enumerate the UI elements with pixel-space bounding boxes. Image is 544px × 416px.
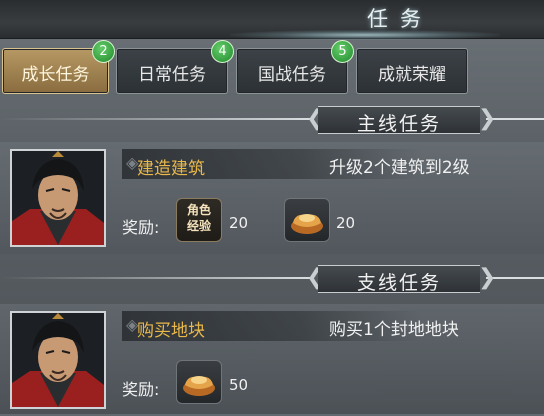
task-card-side[interactable]: ◈ 购买地块 购买1个封地地块 奖励: 50: [0, 304, 544, 416]
reward-label: 奖励:: [122, 380, 160, 399]
reward-label: 奖励:: [122, 218, 160, 237]
notification-badge: 4: [211, 40, 234, 63]
reward-count: 50: [229, 376, 249, 394]
experience-icon[interactable]: 角色 经验: [176, 198, 222, 242]
task-description: 购买1个封地地块: [329, 320, 459, 340]
tab-daily-tasks[interactable]: 日常任务 4: [116, 40, 234, 94]
hero-portrait-icon: [10, 149, 106, 247]
gold-ingot-icon[interactable]: [284, 198, 330, 242]
task-name: 建造建筑: [137, 159, 205, 179]
divider-line: [0, 277, 310, 279]
reward-count: 20: [229, 214, 249, 232]
section-plate: 主线任务: [318, 106, 480, 135]
tab-label: 国战任务: [258, 65, 326, 85]
gold-ingot-icon[interactable]: [176, 360, 222, 404]
tab-label: 日常任务: [138, 65, 206, 85]
tab-achievements[interactable]: 成就荣耀: [356, 48, 468, 94]
notification-badge: 2: [92, 40, 115, 63]
task-card-main[interactable]: ◈ 建造建筑 升级2个建筑到2级 奖励: 角色 经验 20 20: [0, 142, 544, 254]
hero-portrait-icon: [10, 311, 106, 409]
section-plate: 支线任务: [318, 265, 480, 294]
tab-bar: 成长任务 2 日常任务 4 国战任务 5 成就荣耀: [0, 40, 544, 96]
chevron-right-icon: ❯: [478, 265, 497, 290]
section-header-side-quest: ❮ 支线任务 ❯: [0, 263, 544, 294]
tab-national-war-tasks[interactable]: 国战任务 5: [236, 40, 354, 94]
experience-icon-text: 角色 经验: [186, 203, 211, 233]
task-description: 升级2个建筑到2级: [329, 158, 470, 178]
section-header-main-quest: ❮ 主线任务 ❯: [0, 104, 544, 135]
task-name: 购买地块: [137, 321, 205, 341]
reward-count: 20: [336, 214, 356, 232]
tab-label: 成就荣耀: [378, 65, 446, 85]
section-title: 支线任务: [356, 272, 441, 294]
divider-line: [0, 118, 310, 120]
tab-label: 成长任务: [21, 65, 90, 85]
chevron-right-icon: ❯: [478, 106, 497, 131]
section-title: 主线任务: [356, 113, 441, 135]
window-title: 任务: [367, 7, 433, 31]
tab-growth-tasks[interactable]: 成长任务 2: [2, 40, 115, 94]
notification-badge: 5: [331, 40, 354, 63]
title-bar: 任务: [0, 0, 544, 40]
